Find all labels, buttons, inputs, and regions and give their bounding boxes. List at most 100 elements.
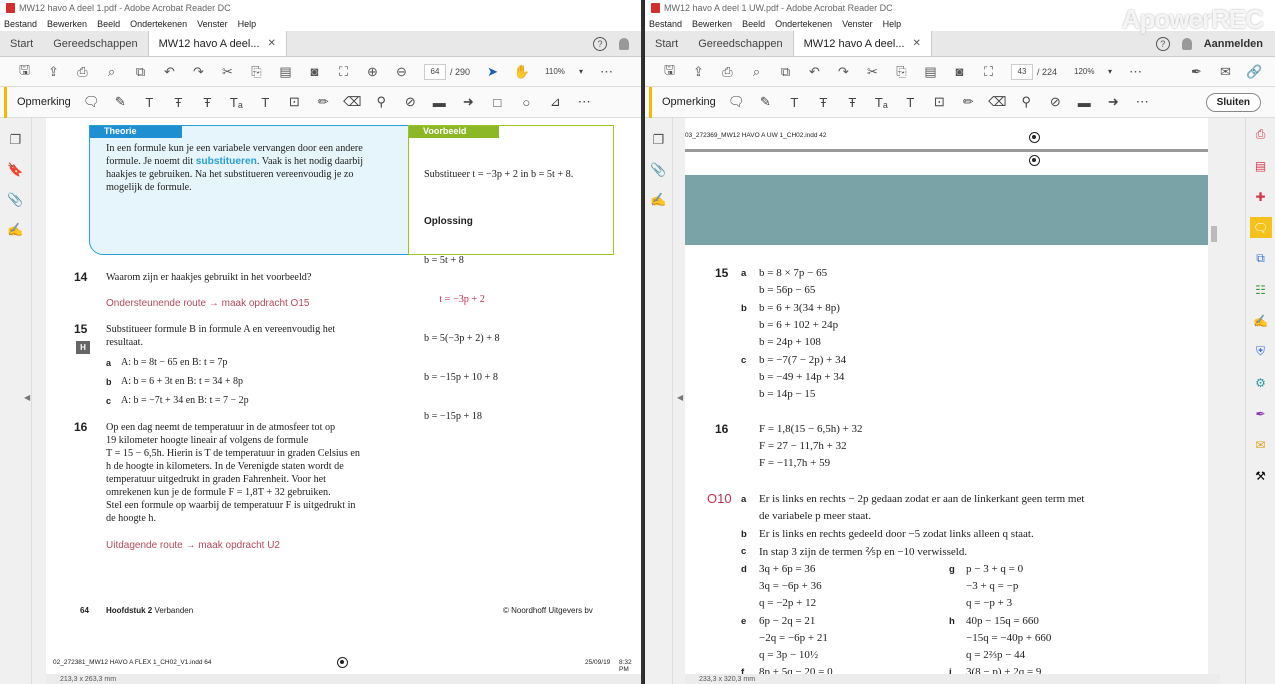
menu-bewerken[interactable]: Bewerken	[692, 19, 732, 29]
insert-text-icon[interactable]: Tₐ	[222, 91, 251, 113]
close-tab-icon[interactable]: ✕	[268, 38, 276, 49]
line-icon[interactable]: ▬	[1070, 91, 1099, 113]
protect-icon[interactable]: ⛨	[1250, 341, 1272, 362]
page-down-icon[interactable]: ⊖	[387, 61, 416, 83]
select-cursor-icon[interactable]: ➤	[478, 61, 507, 83]
tab-document[interactable]: MW12 havo A deel... ✕	[792, 31, 932, 56]
tab-document[interactable]: MW12 havo A deel... ✕	[147, 31, 287, 56]
eraser-icon[interactable]: ⌫	[983, 91, 1012, 113]
tab-start[interactable]: Start	[0, 31, 43, 56]
cut-icon[interactable]: ✂	[858, 61, 887, 83]
send-icon[interactable]: ✉	[1250, 434, 1272, 455]
print-icon[interactable]: ⎙	[68, 61, 97, 83]
tab-tools[interactable]: Gereedschappen	[43, 31, 147, 56]
help-icon[interactable]: ?	[593, 36, 607, 51]
combine-icon[interactable]: ⧉	[1250, 248, 1272, 269]
line-icon[interactable]: ▬	[425, 91, 454, 113]
fill-sign-icon[interactable]: ✍	[1250, 310, 1272, 331]
page-number-input[interactable]: 43	[1011, 63, 1033, 80]
underline-icon[interactable]: T	[135, 91, 164, 113]
more-tools-icon[interactable]: ⋯	[1128, 91, 1157, 113]
undo-icon[interactable]: ↶	[155, 61, 184, 83]
menu-beeld[interactable]: Beeld	[742, 19, 765, 29]
challenge-route-link[interactable]: Uitdagende route → maak opdracht U2	[106, 540, 280, 551]
menu-bestand[interactable]: Bestand	[649, 19, 682, 29]
more-icon[interactable]: ⋯	[1121, 61, 1150, 83]
export-pdf-icon[interactable]: ⎙	[1250, 124, 1272, 145]
page-up-icon[interactable]: ⊕	[358, 61, 387, 83]
menu-beeld[interactable]: Beeld	[97, 19, 120, 29]
snapshot-icon[interactable]: ◙	[945, 61, 974, 83]
menu-help[interactable]: Help	[883, 19, 902, 29]
edit-pdf-icon[interactable]: ✚	[1250, 186, 1272, 207]
sign-icon[interactable]: ✒	[1250, 403, 1272, 424]
oval-icon[interactable]: ○	[512, 91, 541, 113]
attachment-icon[interactable]: 📎	[7, 192, 23, 208]
arrow-icon[interactable]: ➜	[454, 91, 483, 113]
menu-bestand[interactable]: Bestand	[4, 19, 37, 29]
tab-start[interactable]: Start	[645, 31, 688, 56]
support-route-link[interactable]: Ondersteunende route → maak opdracht O15	[106, 298, 309, 309]
strikethrough-icon[interactable]: Ŧ	[164, 91, 193, 113]
underline-icon[interactable]: T	[780, 91, 809, 113]
clipboard-icon[interactable]: ▤	[271, 61, 300, 83]
replace-text-icon[interactable]: Ŧ	[838, 91, 867, 113]
attach-icon[interactable]: ⊘	[1041, 91, 1070, 113]
search-icon[interactable]: ⌕	[97, 61, 126, 83]
find-icon[interactable]: ⛶	[329, 61, 358, 83]
upload-icon[interactable]: ⇪	[684, 61, 713, 83]
pencil-icon[interactable]: ✏	[309, 91, 338, 113]
highlight-icon[interactable]: ✎	[106, 91, 135, 113]
more-tools-icon[interactable]: ⚒	[1250, 465, 1272, 486]
menu-help[interactable]: Help	[238, 19, 257, 29]
share-icon[interactable]: ⧉	[126, 61, 155, 83]
bell-icon[interactable]	[1181, 37, 1192, 50]
share-icon[interactable]: ⧉	[771, 61, 800, 83]
collapse-panel-icon[interactable]: ◀	[24, 393, 30, 402]
create-pdf-icon[interactable]: ▤	[1250, 155, 1272, 176]
stamp-icon[interactable]: ⚲	[1012, 91, 1041, 113]
bookmark-icon[interactable]: 🔖	[7, 162, 23, 178]
copy-icon[interactable]: ⎘	[887, 61, 916, 83]
close-tab-icon[interactable]: ✕	[913, 38, 921, 49]
pages-icon[interactable]: ❐	[10, 132, 22, 148]
rectangle-icon[interactable]: □	[483, 91, 512, 113]
sign-in-button[interactable]: Aanmelden	[1204, 38, 1263, 50]
textbox-icon[interactable]: ⊡	[925, 91, 954, 113]
vertical-scrollbar[interactable]	[1208, 118, 1220, 674]
pages-icon[interactable]: ❐	[653, 132, 665, 148]
sticky-note-icon[interactable]: 🗨	[722, 91, 751, 113]
menu-bewerken[interactable]: Bewerken	[47, 19, 87, 29]
comment-tool-icon[interactable]: 🗨	[1249, 217, 1272, 238]
snapshot-icon[interactable]: ◙	[300, 61, 329, 83]
close-comment-button[interactable]: Sluiten	[1205, 92, 1261, 112]
cut-icon[interactable]: ✂	[213, 61, 242, 83]
sticky-note-icon[interactable]: 🗨	[77, 91, 106, 113]
link-icon[interactable]: 🔗	[1240, 61, 1269, 83]
signatures-icon[interactable]: ✍	[650, 192, 666, 208]
save-icon[interactable]: 🖫	[655, 61, 684, 83]
insert-text-icon[interactable]: Tₐ	[867, 91, 896, 113]
zoom-select[interactable]: 120% ▾	[1071, 64, 1115, 80]
undo-icon[interactable]: ↶	[800, 61, 829, 83]
upload-icon[interactable]: ⇪	[39, 61, 68, 83]
zoom-select[interactable]: 110% ▾	[542, 64, 586, 80]
mail-icon[interactable]: ✉	[1211, 61, 1240, 83]
redo-icon[interactable]: ↷	[184, 61, 213, 83]
page-number-input[interactable]: 64	[424, 63, 446, 80]
menu-ondertekenen[interactable]: Ondertekenen	[130, 19, 187, 29]
attach-icon[interactable]: ⊘	[396, 91, 425, 113]
menu-venster[interactable]: Venster	[197, 19, 228, 29]
pencil-icon[interactable]: ✏	[954, 91, 983, 113]
signatures-icon[interactable]: ✍	[7, 222, 23, 238]
clipboard-icon[interactable]: ▤	[916, 61, 945, 83]
highlight-icon[interactable]: ✎	[751, 91, 780, 113]
find-icon[interactable]: ⛶	[974, 61, 1003, 83]
attachment-icon[interactable]: 📎	[650, 162, 666, 178]
copy-icon[interactable]: ⎘	[242, 61, 271, 83]
tab-tools[interactable]: Gereedschappen	[688, 31, 792, 56]
more-tools-icon[interactable]: ⋯	[570, 91, 599, 113]
organize-icon[interactable]: ☷	[1250, 279, 1272, 300]
strikethrough-icon[interactable]: Ŧ	[809, 91, 838, 113]
shapes-icon[interactable]: ⊿	[541, 91, 570, 113]
